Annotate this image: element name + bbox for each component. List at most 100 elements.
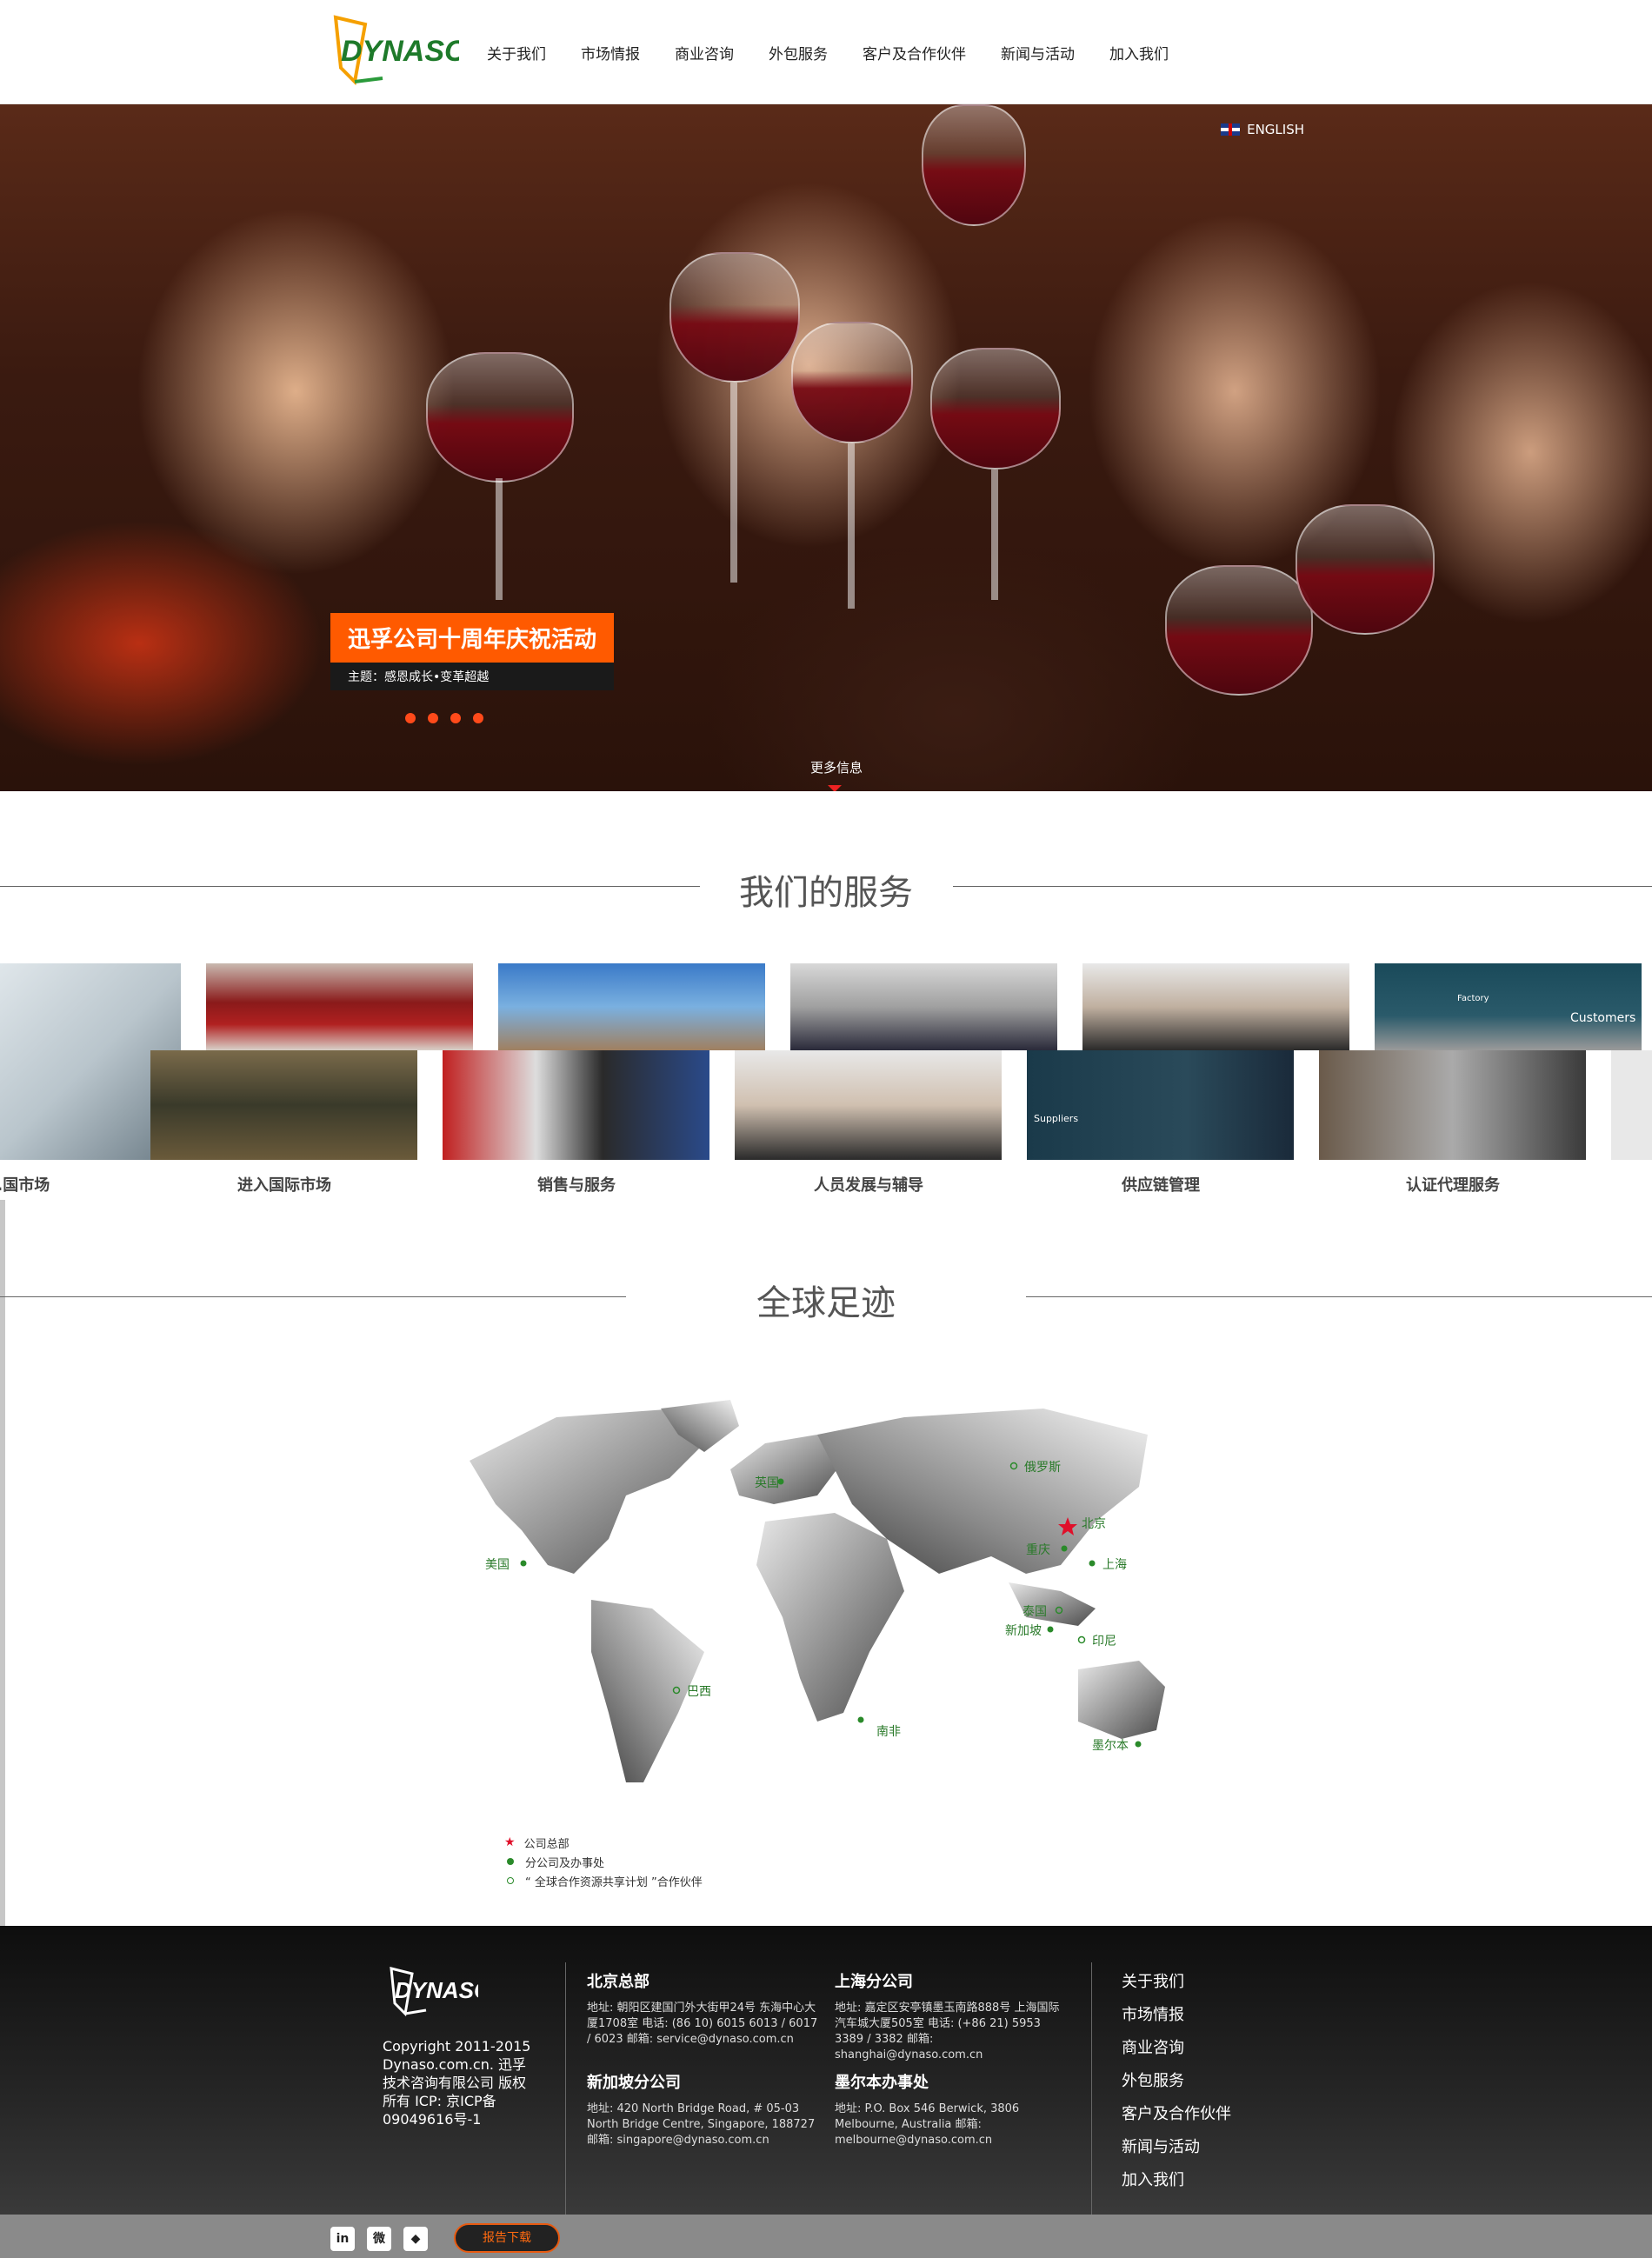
star-icon: ★: [504, 1835, 516, 1849]
slide-dot-3[interactable]: [450, 713, 461, 723]
service-thumb-supply-chain-top[interactable]: Factory Customers: [1375, 963, 1642, 1050]
thumb-text-customers: Customers: [1570, 1011, 1636, 1025]
svg-text:DYNASO: DYNASO: [341, 35, 459, 68]
legend-partner: “ 全球合作资源共享计划 ”合作伙伴: [504, 1871, 703, 1890]
svg-text:南非: 南非: [876, 1725, 901, 1739]
footer-nav-consulting[interactable]: 商业咨询: [1122, 2035, 1231, 2058]
office-melbourne: 墨尔本办事处 地址: P.O. Box 546 Berwick, 3806 Me…: [835, 2070, 1069, 2148]
footprint-divider-left: [0, 1296, 626, 1297]
slide-dot-4[interactable]: [473, 713, 483, 723]
footer-nav-clients[interactable]: 客户及合作伙伴: [1122, 2101, 1231, 2124]
nav-join[interactable]: 加入我们: [1109, 42, 1169, 63]
legend-office: 分公司及办事处: [504, 1852, 703, 1871]
language-switch[interactable]: ENGLISH: [1221, 122, 1304, 137]
service-thumb-business-team[interactable]: [790, 963, 1057, 1050]
nav-clients[interactable]: 客户及合作伙伴: [863, 42, 966, 63]
svg-text:印尼: 印尼: [1092, 1635, 1116, 1649]
service-label-3[interactable]: 人员发展与辅导: [738, 1173, 999, 1196]
north-america: [470, 1409, 713, 1574]
glass-stem: [496, 478, 503, 600]
footer-logo[interactable]: DYNASO: [388, 1965, 478, 2017]
service-thumb-handshake[interactable]: [1319, 1050, 1586, 1160]
footer-divider-right: [1091, 1962, 1092, 2215]
service-thumb-mechanic[interactable]: [443, 1050, 709, 1160]
map-legend: ★ 公司总部 分公司及办事处 “ 全球合作资源共享计划 ”合作伙伴: [504, 1833, 703, 1890]
service-thumb-prado[interactable]: [150, 1050, 417, 1160]
service-thumb-forbidden-city[interactable]: [206, 963, 473, 1050]
more-info-link[interactable]: 更多信息: [810, 758, 863, 776]
office-melbourne-info: 地址: P.O. Box 546 Berwick, 3806 Melbourne…: [835, 2102, 1020, 2147]
svg-text:上海: 上海: [1102, 1558, 1127, 1572]
service-thumb-smiling-team[interactable]: [1082, 963, 1349, 1050]
marker-melbourne: 墨尔本: [1092, 1739, 1142, 1753]
footer-nav: 关于我们 市场情报 商业咨询 外包服务 客户及合作伙伴 新闻与活动 加入我们: [1122, 1969, 1231, 2201]
office-shanghai: 上海分公司 地址: 嘉定区安亭镇墨玉南路888号 上海国际汽车城大厦505室 电…: [835, 1969, 1069, 2063]
linkedin-icon[interactable]: in: [330, 2227, 355, 2251]
slide-caption[interactable]: 迅孚公司十周年庆祝活动 主题：感恩成长•变革超越: [330, 613, 615, 690]
svg-text:巴西: 巴西: [687, 1685, 711, 1699]
weibo-icon[interactable]: ◆: [403, 2227, 428, 2251]
wechat-icon[interactable]: 微: [367, 2227, 391, 2251]
slide-dot-2[interactable]: [428, 713, 438, 723]
site-footer: DYNASO Copyright 2011-2015 Dynaso.com.cn…: [0, 1926, 1652, 2215]
service-thumb-supply-chain[interactable]: Suppliers: [1027, 1050, 1294, 1160]
office-beijing-name: 北京总部: [587, 1973, 649, 1991]
australia: [1078, 1661, 1165, 1739]
marker-singapore: 新加坡: [1005, 1624, 1054, 1638]
hollow-dot-icon: [507, 1877, 514, 1884]
nav-about[interactable]: 关于我们: [487, 42, 546, 63]
uk-flag-icon: [1221, 123, 1241, 136]
svg-text:新加坡: 新加坡: [1005, 1624, 1042, 1638]
office-shanghai-info: 地址: 嘉定区安亭镇墨玉南路888号 上海国际汽车城大厦505室 电话: (+8…: [835, 2002, 1060, 2062]
nav-market-intel[interactable]: 市场情报: [581, 42, 640, 63]
service-label-5[interactable]: 认证代理服务: [1322, 1173, 1583, 1196]
office-singapore: 新加坡分公司 地址: 420 North Bridge Road, # 05-0…: [587, 2070, 822, 2148]
footprint-divider-right: [1026, 1296, 1652, 1297]
wine-glass: [1296, 504, 1435, 635]
office-beijing-info: 地址: 朝阳区建国门外大街甲24号 东海中心大厦1708室 电话: (86 10…: [587, 2002, 818, 2046]
footer-nav-news[interactable]: 新闻与活动: [1122, 2135, 1231, 2157]
nav-outsourcing[interactable]: 外包服务: [769, 42, 828, 63]
down-arrow-icon[interactable]: [828, 785, 842, 791]
slide-dot-1[interactable]: [405, 713, 416, 723]
svg-text:泰国: 泰国: [1023, 1605, 1047, 1619]
marker-usa: 美国: [485, 1558, 527, 1572]
nav-news[interactable]: 新闻与活动: [1001, 42, 1075, 63]
wine-glass: [669, 252, 800, 383]
service-label-1[interactable]: 进入国际市场: [154, 1173, 415, 1196]
legend-hq-label: 公司总部: [523, 1837, 570, 1851]
main-nav: 关于我们 市场情报 商业咨询 外包服务 客户及合作伙伴 新闻与活动 加入我们: [487, 42, 1203, 63]
office-beijing: 北京总部 地址: 朝阳区建国门外大街甲24号 东海中心大厦1708室 电话: (…: [587, 1969, 822, 2048]
bottom-bar: in 微 ◆ 报告下载: [0, 2215, 1652, 2258]
service-label-0[interactable]: ...国市场: [0, 1173, 148, 1196]
office-singapore-name: 新加坡分公司: [587, 2074, 681, 2092]
africa: [756, 1513, 904, 1722]
slide-subtitle: 主题：感恩成长•变革超越: [330, 663, 614, 690]
report-download-button[interactable]: 报告下载: [454, 2223, 560, 2253]
filled-dot-icon: [507, 1858, 514, 1865]
nav-consulting[interactable]: 商业咨询: [675, 42, 734, 63]
service-thumb-team-hands[interactable]: [735, 1050, 1002, 1160]
hero-banner[interactable]: ENGLISH 迅孚公司十周年庆祝活动 主题：感恩成长•变革超越 更多信息: [0, 104, 1652, 791]
service-label-4[interactable]: 供应链管理: [1030, 1173, 1291, 1196]
services-title: 我们的服务: [739, 873, 913, 913]
slide-title[interactable]: 迅孚公司十周年庆祝活动: [330, 613, 615, 663]
service-label-2[interactable]: 销售与服务: [446, 1173, 707, 1196]
footer-nav-market-intel[interactable]: 市场情报: [1122, 2002, 1231, 2025]
footer-nav-outsourcing[interactable]: 外包服务: [1122, 2068, 1231, 2091]
footer-nav-join[interactable]: 加入我们: [1122, 2168, 1231, 2190]
marker-shanghai: 上海: [1089, 1558, 1127, 1572]
marker-south-africa: 南非: [857, 1716, 901, 1739]
scrollbar-track[interactable]: [0, 1200, 5, 1926]
footer-nav-about[interactable]: 关于我们: [1122, 1969, 1231, 1992]
service-thumb-giraffes[interactable]: [498, 963, 765, 1050]
world-map: 美国 英国 俄罗斯 北京 重庆 上海 泰国 新加坡 印尼 巴西 南非 墨尔本: [470, 1400, 1165, 1782]
svg-text:北京: 北京: [1082, 1517, 1106, 1531]
language-label: ENGLISH: [1247, 122, 1304, 137]
office-singapore-info: 地址: 420 North Bridge Road, # 05-03 North…: [587, 2102, 816, 2147]
thumb-text-suppliers: Suppliers: [1034, 1113, 1079, 1124]
wine-glass: [922, 104, 1026, 226]
legend-office-label: 分公司及办事处: [525, 1856, 605, 1870]
service-thumb-edge[interactable]: [1611, 1050, 1652, 1160]
dynaso-logo[interactable]: DYNASO: [330, 12, 459, 87]
